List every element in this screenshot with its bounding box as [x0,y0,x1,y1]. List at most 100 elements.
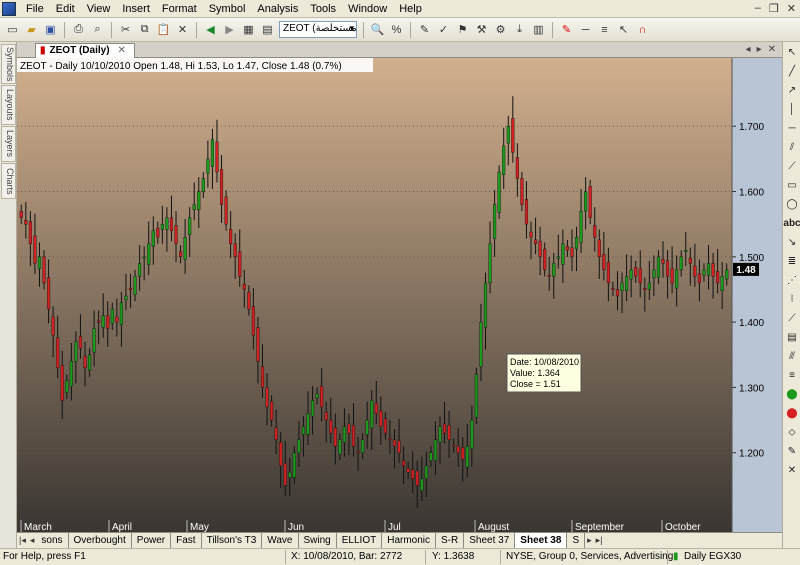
menu-tools[interactable]: Tools [304,0,342,18]
tab-scroll-right-icon[interactable]: ▸ [757,44,762,55]
line-color-icon[interactable]: ✎ [558,21,575,38]
ellipse-tool-icon[interactable]: ◯ [784,196,800,212]
sell-arrow-icon[interactable]: ⬤ [784,405,800,421]
edit-formula-icon[interactable]: ✎ [416,21,433,38]
menu-window[interactable]: Window [342,0,393,18]
calendar-icon[interactable]: ▤ [259,21,276,38]
close-document-icon[interactable]: ✕ [768,44,776,55]
vertical-line-tool-icon[interactable]: │ [784,101,800,117]
candle-down [716,270,720,284]
fibonacci-tool-icon[interactable]: ≣ [784,253,800,269]
forward-icon[interactable]: ▶ [221,21,238,38]
sheet-tab-5[interactable]: Tillson's T3 [201,533,263,548]
menu-help[interactable]: Help [393,0,428,18]
sheet-tab-13[interactable]: S [567,533,586,548]
restore-icon[interactable]: ❐ [769,2,779,15]
dock-tab-layers[interactable]: Layers [1,126,16,162]
minimize-icon[interactable]: – [755,2,761,15]
sheet-tab-1[interactable]: sons [36,533,69,548]
sheet-last-icon[interactable]: ▸| [594,533,605,548]
cycle-tool-icon[interactable]: ⦚ [784,291,800,307]
channel-tool-icon[interactable]: ⫽ [784,139,800,155]
y-tick-label: 1.200 [739,449,764,460]
symbol-combo[interactable]: ZEOT (مستخلصة [279,21,357,38]
speed-line-tool-icon[interactable]: ⟋ [784,310,800,326]
rectangle-tool-icon[interactable]: ▭ [784,177,800,193]
candle-up [124,295,128,301]
back-icon[interactable]: ◀ [202,21,219,38]
text-tool-icon[interactable]: abc [783,215,800,231]
downloader-icon[interactable]: ⤓ [511,21,528,38]
explorer-icon[interactable]: ⚑ [454,21,471,38]
candle-up [165,217,169,230]
save-icon[interactable]: ▣ [42,21,59,38]
sheet-tab-10[interactable]: S-R [436,533,465,548]
menu-symbol[interactable]: Symbol [203,0,252,18]
menu-view[interactable]: View [81,0,117,18]
x-tick-label: September [575,522,625,532]
grid-icon[interactable]: ▦ [240,21,257,38]
candle-down [638,268,642,284]
line-style-icon[interactable]: ─ [577,21,594,38]
price-chart[interactable]: ZEOT - Daily 10/10/2010 Open 1.48, Hi 1.… [17,58,782,532]
dock-tab-layouts[interactable]: Layouts [1,85,16,125]
ray-tool-icon[interactable]: ↗ [784,82,800,98]
sheet-tab-4[interactable]: Fast [171,533,202,548]
app-icon[interactable] [2,1,16,16]
menu-format[interactable]: Format [156,0,203,18]
sheet-next-icon[interactable]: ▸ [585,533,594,548]
copy-icon[interactable]: ⧉ [136,21,153,38]
print-preview-icon[interactable]: ⌕ [89,21,106,38]
left-dock: Symbols Layouts Layers Charts [0,42,17,548]
exit-arrow-icon[interactable]: ⬦ [784,424,800,440]
pen-tool-icon[interactable]: ✎ [784,443,800,459]
close-tab-icon[interactable]: ✕ [118,44,126,58]
indicator-icon[interactable]: % [388,21,405,38]
sheet-tab-6[interactable]: Wave [262,533,299,548]
document-tab[interactable]: ▮ ZEOT (Daily) ✕ [35,43,135,58]
tirone-tool-icon[interactable]: ≡ [784,367,800,383]
menu-file[interactable]: File [20,0,50,18]
gann-tool-icon[interactable]: ⋰ [784,272,800,288]
pointer-icon[interactable]: ↖ [615,21,632,38]
system-tester-icon[interactable]: ⚒ [473,21,490,38]
trendline-tool-icon[interactable]: ╱ [784,63,800,79]
sheet-prev-icon[interactable]: ◂ [28,533,37,548]
report-icon[interactable]: ▥ [530,21,547,38]
line-weight-icon[interactable]: ≡ [596,21,613,38]
erase-tool-icon[interactable]: ✕ [784,462,800,478]
buy-arrow-icon[interactable]: ⬤ [784,386,800,402]
dock-tab-charts[interactable]: Charts [1,163,16,199]
open-folder-icon[interactable]: ▰ [23,21,40,38]
sheet-tab-8[interactable]: ELLIOT [336,533,383,548]
sheet-tab-9[interactable]: Harmonic [382,533,437,548]
sheet-tab-3[interactable]: Power [131,533,172,548]
sheet-tab-2[interactable]: Overbought [68,533,132,548]
find-icon[interactable]: 🔍 [369,21,386,38]
menu-edit[interactable]: Edit [50,0,81,18]
new-file-icon[interactable]: ▭ [4,21,21,38]
quadrant-tool-icon[interactable]: ▤ [784,329,800,345]
cut-icon[interactable]: ✂ [117,21,134,38]
optimizer-icon[interactable]: ⚙ [492,21,509,38]
candle-down [28,221,32,244]
arrow-tool-icon[interactable]: ↘ [784,234,800,250]
sheet-tab-7[interactable]: Swing [298,533,337,548]
tab-scroll-left-icon[interactable]: ◂ [746,44,751,55]
print-icon[interactable]: ⎙ [70,21,87,38]
magnet-icon[interactable]: ∩ [634,21,651,38]
sheet-tab-11[interactable]: Sheet 37 [464,533,516,548]
sheet-tab-active[interactable]: Sheet 38 [515,533,568,548]
fan-tool-icon[interactable]: ⟋ [784,158,800,174]
close-icon[interactable]: ✕ [787,2,796,15]
horizontal-line-tool-icon[interactable]: ─ [784,120,800,136]
menu-insert[interactable]: Insert [116,0,156,18]
paste-icon[interactable]: 📋 [155,21,172,38]
sheet-first-icon[interactable]: |◂ [17,533,28,548]
pointer-tool-icon[interactable]: ↖ [784,44,800,60]
delete-icon[interactable]: ✕ [174,21,191,38]
expert-icon[interactable]: ✓ [435,21,452,38]
regression-tool-icon[interactable]: ⫻ [784,348,800,364]
menu-analysis[interactable]: Analysis [251,0,304,18]
dock-tab-symbols[interactable]: Symbols [1,44,16,84]
